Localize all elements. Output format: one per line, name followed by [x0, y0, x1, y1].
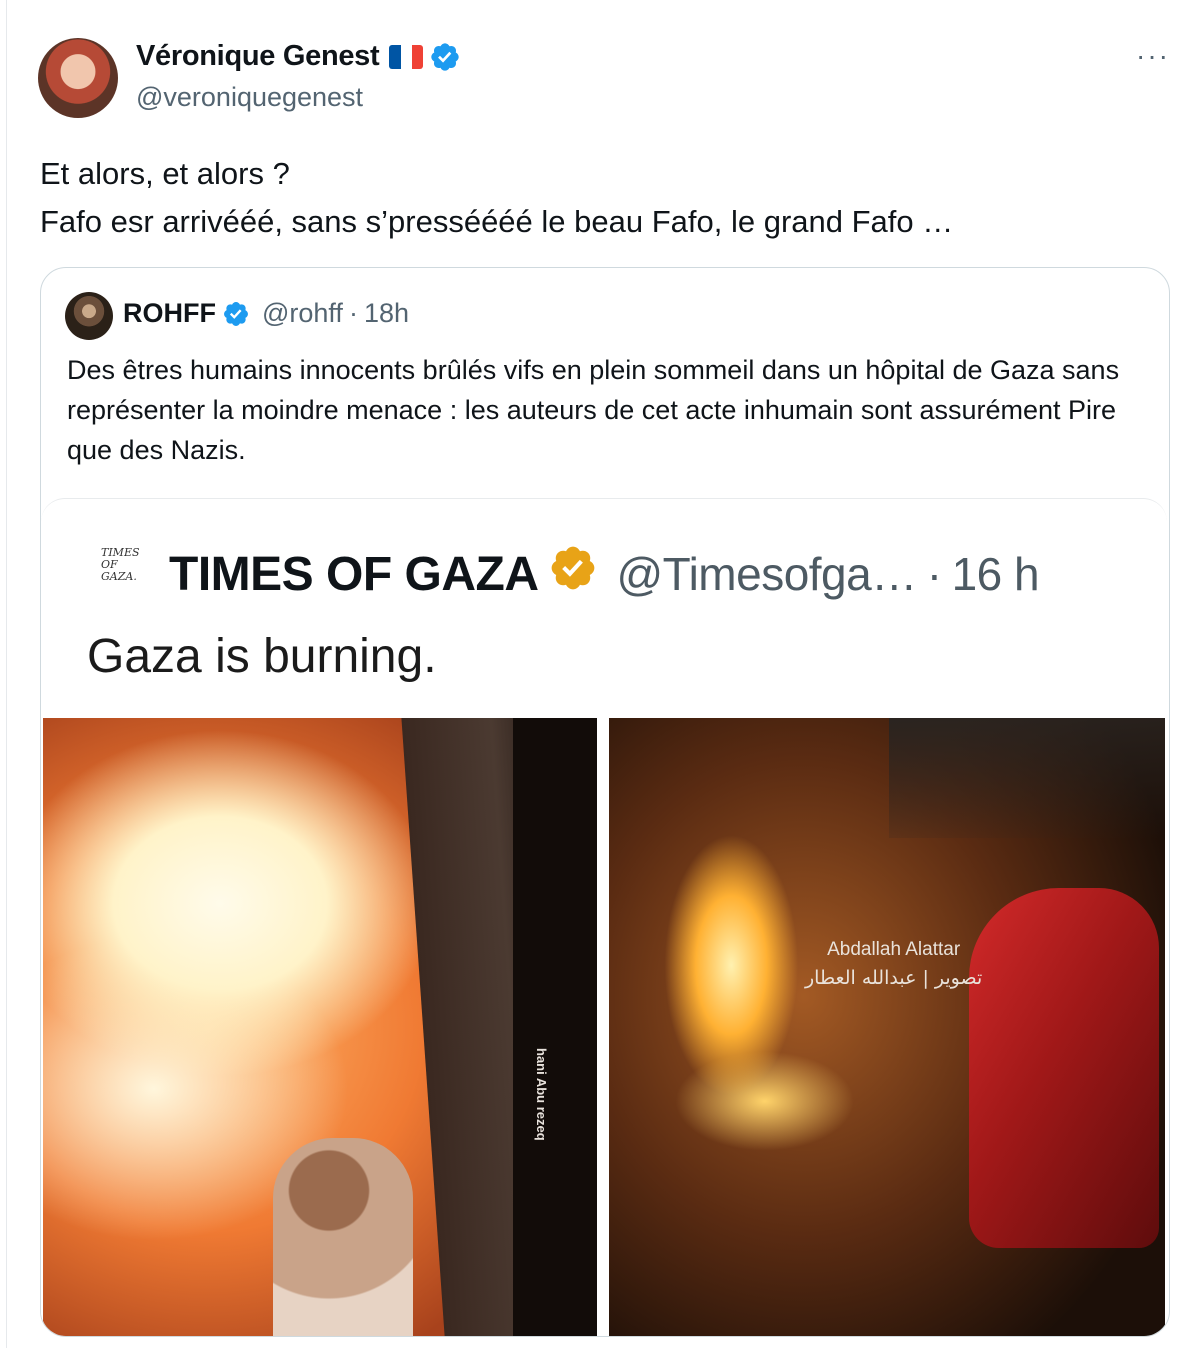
quoted-tweet-header: ROHFF @rohff · 18h — [123, 298, 409, 329]
embedded-tweet-text: Gaza is burning. — [87, 630, 437, 683]
author-avatar[interactable] — [38, 38, 118, 118]
embedded-header: TIMES OF GAZA. TIMES OF GAZA @Timesofga…… — [41, 498, 1167, 719]
left-border — [6, 0, 7, 1348]
embedded-time: 16 h — [951, 548, 1040, 600]
photo-credit-latin: Abdallah Alattar — [827, 939, 961, 960]
red-cloth — [969, 888, 1159, 1248]
separator-dot: · — [926, 548, 942, 600]
quoted-author-handle[interactable]: @rohff — [262, 298, 343, 329]
author-name-row: Véronique Genest — [136, 40, 461, 73]
photo-credit-left: hani Abu rezeq — [534, 1048, 549, 1141]
quoted-tweet-text: Des êtres humains innocents brûlés vifs … — [67, 355, 1120, 465]
embedded-author-row: TIMES OF GAZA @Timesofga… · 16 h — [169, 543, 1040, 605]
roof-shadow — [889, 718, 1165, 838]
embedded-author-name: TIMES OF GAZA — [169, 547, 539, 601]
gold-verified-badge-icon — [548, 543, 598, 605]
quoted-tweet[interactable]: ROHFF @rohff · 18h Des êtres humains inn… — [40, 267, 1170, 1337]
photo-credit-arabic: تصوير | عبدالله العطار — [805, 967, 983, 989]
tweet-line: Fafo esr arrivééé, sans s’presséééé le b… — [40, 204, 954, 239]
person-figure — [273, 1138, 413, 1336]
tweet-text: Et alors, et alors ? Fafo esr arrivééé, … — [40, 150, 1160, 246]
embedded-handle: @Timesofga… — [616, 548, 917, 600]
verified-badge-icon — [222, 300, 250, 328]
fire-photo-left[interactable]: hani Abu rezeq — [43, 718, 597, 1336]
verified-badge-icon — [429, 41, 461, 73]
dark-beam — [513, 718, 597, 1336]
tweet-line: Et alors, et alors ? — [40, 156, 290, 191]
quoted-author-name[interactable]: ROHFF — [123, 298, 216, 329]
more-options-icon[interactable]: ··· — [1136, 40, 1170, 72]
author-handle[interactable]: @veroniquegenest — [136, 82, 363, 113]
logo-line: GAZA. — [101, 570, 137, 583]
author-name[interactable]: Véronique Genest — [136, 40, 380, 73]
fire-photo-right[interactable]: Abdallah Alattar تصوير | عبدالله العطار — [609, 718, 1165, 1336]
quoted-author-avatar[interactable] — [65, 292, 113, 340]
quoted-tweet-time[interactable]: 18h — [364, 298, 409, 329]
separator-dot: · — [348, 298, 358, 328]
times-of-gaza-logo: TIMES OF GAZA. — [101, 547, 141, 583]
embedded-screenshot[interactable]: TIMES OF GAZA. TIMES OF GAZA @Timesofga…… — [41, 498, 1167, 1336]
france-flag-icon — [389, 44, 424, 69]
photo-credit-right: Abdallah Alattar تصوير | عبدالله العطار — [805, 936, 982, 992]
